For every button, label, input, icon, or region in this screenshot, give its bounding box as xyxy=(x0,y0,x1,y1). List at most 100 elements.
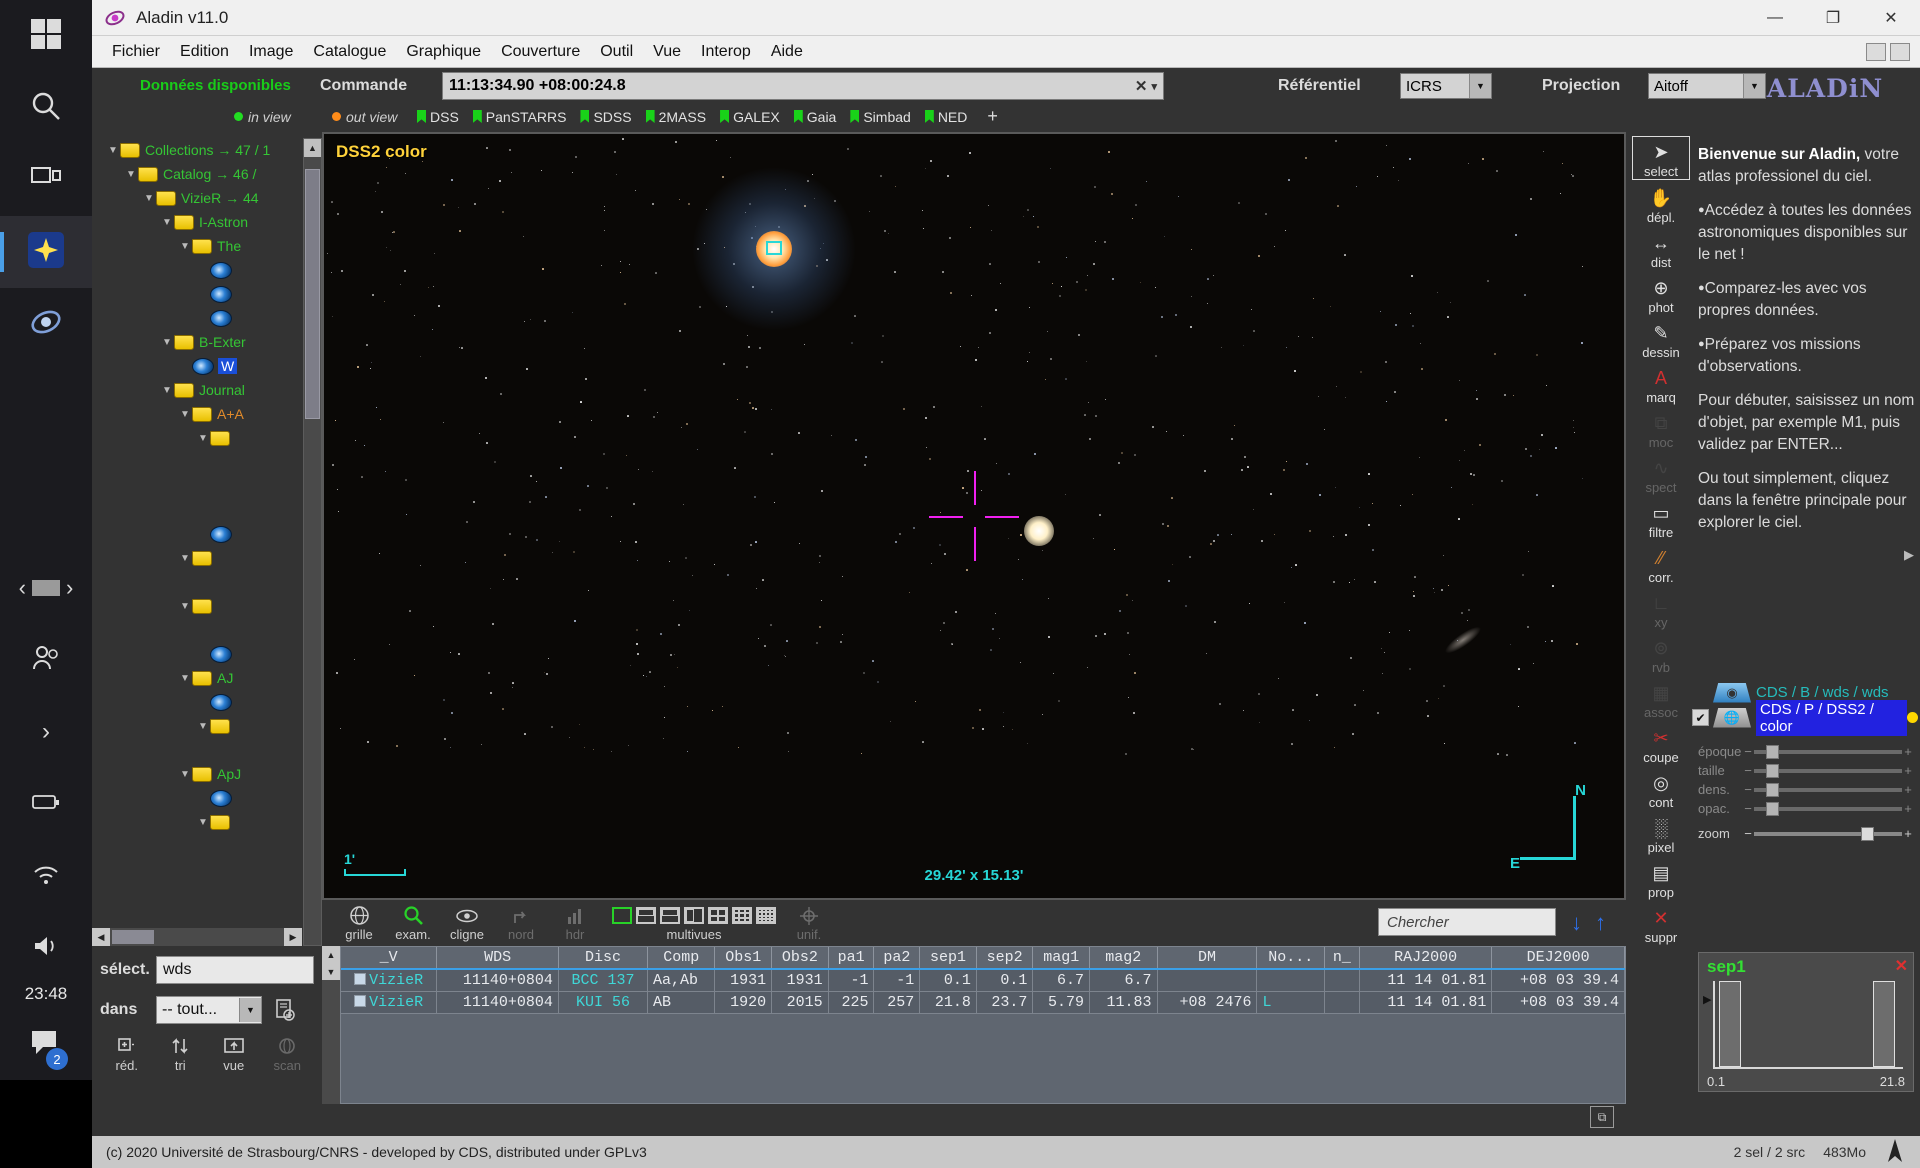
table-column-header[interactable]: Obs2 xyxy=(772,947,829,969)
button-tri[interactable]: tri xyxy=(154,1034,208,1073)
tree-node[interactable] xyxy=(92,306,302,330)
tree-node[interactable]: ▼AJ xyxy=(92,666,302,690)
row-checkbox[interactable] xyxy=(354,995,366,1007)
chevron-down-icon[interactable]: ▼ xyxy=(124,169,138,180)
table-column-header[interactable]: No... xyxy=(1257,947,1324,969)
clear-icon[interactable]: ✕ xyxy=(1131,77,1152,95)
tree-node[interactable]: ▼Journal xyxy=(92,378,302,402)
survey-galex[interactable]: GALEX xyxy=(720,109,780,125)
tree-node[interactable]: ▼ xyxy=(92,546,302,570)
sky-view[interactable]: DSS2 color 1' 29.42' x 15.13' N E xyxy=(322,132,1626,900)
right-tool-dpl[interactable]: ✋dépl. xyxy=(1632,181,1690,225)
plus-icon[interactable]: + xyxy=(1902,782,1914,797)
volume-icon-button[interactable] xyxy=(0,912,92,984)
export-icon[interactable] xyxy=(270,995,300,1025)
tree-node[interactable] xyxy=(92,498,302,522)
chevron-down-icon[interactable]: ▼ xyxy=(178,601,192,612)
slider-knob[interactable] xyxy=(1766,802,1779,816)
table-row[interactable]: VizieR11140+0804KUI 56AB1920201522525721… xyxy=(341,992,1625,1014)
app-aladin-button[interactable] xyxy=(0,288,92,360)
tree-node[interactable]: ▼ xyxy=(92,714,302,738)
scroll-thumb[interactable] xyxy=(305,169,320,419)
slider-track[interactable] xyxy=(1754,769,1902,773)
projection-select[interactable]: Aitoff ▼ xyxy=(1648,73,1766,99)
chevron-down-icon[interactable]: ▼ xyxy=(239,998,261,1022)
plus-icon[interactable]: + xyxy=(1902,744,1914,759)
menu-edition[interactable]: Edition xyxy=(170,36,239,68)
tree-node[interactable]: ▼ xyxy=(92,810,302,834)
minus-icon[interactable]: − xyxy=(1742,744,1754,759)
multiview-2v[interactable] xyxy=(660,907,680,924)
table-row[interactable]: VizieR11140+0804BCC 137Aa,Ab19311931-1-1… xyxy=(341,969,1625,992)
row-checkbox[interactable] xyxy=(354,973,366,985)
tree-node[interactable] xyxy=(92,618,302,642)
add-survey-button[interactable]: + xyxy=(987,106,998,127)
menu-outil[interactable]: Outil xyxy=(590,36,643,68)
tree-node[interactable]: ▼B-Exter xyxy=(92,330,302,354)
tool-grille[interactable]: grille xyxy=(332,905,386,942)
multiview-9[interactable] xyxy=(732,907,752,924)
scroll-right-icon[interactable]: ▶ xyxy=(284,928,302,946)
scroll-left-icon[interactable]: ◀ xyxy=(92,928,110,946)
scroll-track[interactable] xyxy=(110,928,284,946)
expand-table-button[interactable]: ⧉ xyxy=(1590,1106,1614,1128)
minimize-button[interactable]: — xyxy=(1746,0,1804,36)
chevron-down-icon[interactable]: ▼ xyxy=(142,193,156,204)
survey-panstarrs[interactable]: PanSTARRS xyxy=(473,109,567,125)
start-button[interactable] xyxy=(0,0,92,72)
tree-node[interactable]: W xyxy=(92,354,302,378)
tree-node[interactable] xyxy=(92,522,302,546)
table-column-header[interactable]: DEJ2000 xyxy=(1492,947,1625,969)
referentiel-select[interactable]: ICRS ▼ xyxy=(1400,73,1492,99)
command-input[interactable]: 11:13:34.90 +08:00:24.8 ✕ ▾ xyxy=(442,72,1164,100)
menu-couverture[interactable]: Couverture xyxy=(491,36,590,68)
scroll-up-button[interactable]: ↑ xyxy=(1595,910,1606,936)
tree-node[interactable]: ▼Catalog → 46 / xyxy=(92,162,302,186)
select-input[interactable]: wds xyxy=(156,956,314,984)
tree-node[interactable] xyxy=(92,450,302,474)
scroll-thumb[interactable] xyxy=(112,930,154,944)
table-column-header[interactable]: WDS xyxy=(437,947,559,969)
slider-knob[interactable] xyxy=(1861,827,1874,841)
scroll-up-icon[interactable]: ▲ xyxy=(304,139,321,157)
close-button[interactable]: ✕ xyxy=(1862,0,1920,36)
tree-node[interactable] xyxy=(92,474,302,498)
within-select[interactable]: -- tout... ▼ xyxy=(156,996,262,1024)
panel-toggle-1-button[interactable] xyxy=(1866,43,1886,61)
menu-graphique[interactable]: Graphique xyxy=(396,36,491,68)
menu-aide[interactable]: Aide xyxy=(761,36,813,68)
table-column-header[interactable]: Obs1 xyxy=(715,947,772,969)
chevron-down-icon[interactable]: ▼ xyxy=(1469,74,1491,98)
tree-node[interactable]: ▼I-Astron xyxy=(92,210,302,234)
plus-icon[interactable]: + xyxy=(1902,801,1914,816)
button-red[interactable]: réd. xyxy=(100,1034,154,1073)
multiview-1[interactable] xyxy=(612,907,632,924)
taskbar-clock[interactable]: 23:48 xyxy=(25,984,68,1010)
slider-opac[interactable]: opac.−+ xyxy=(1698,799,1914,818)
right-tool-xy[interactable]: ∟xy xyxy=(1632,586,1690,630)
chevron-down-icon[interactable]: ▼ xyxy=(106,145,120,156)
table-column-header[interactable]: pa2 xyxy=(874,947,920,969)
minus-icon[interactable]: − xyxy=(1742,826,1754,841)
right-tool-assoc[interactable]: ▦assoc xyxy=(1632,676,1690,720)
right-tool-dist[interactable]: ↔dist xyxy=(1632,226,1690,270)
plus-icon[interactable]: + xyxy=(1902,763,1914,778)
chevron-down-icon[interactable]: ▾ xyxy=(1151,80,1157,93)
plus-icon[interactable]: + xyxy=(1902,826,1914,841)
tree-node[interactable] xyxy=(92,738,302,762)
survey-dss[interactable]: DSS xyxy=(417,109,459,125)
app-star-button[interactable] xyxy=(0,216,92,288)
slider-zoom[interactable]: zoom−+ xyxy=(1698,824,1914,843)
tree-node[interactable]: ▼A+A xyxy=(92,402,302,426)
tree-node[interactable]: ▼VizieR → 44 xyxy=(92,186,302,210)
button-vue[interactable]: vue xyxy=(207,1034,261,1073)
expand-tray-button[interactable]: › xyxy=(0,696,92,768)
tool-cligne[interactable]: cligne xyxy=(440,905,494,942)
table-vertical-scrollbar[interactable]: ▲ ▼ xyxy=(322,946,340,1104)
tree-node[interactable]: ▼The xyxy=(92,234,302,258)
tree-node[interactable] xyxy=(92,570,302,594)
right-tool-moc[interactable]: ⧉moc xyxy=(1632,406,1690,450)
people-button[interactable] xyxy=(0,624,92,696)
scroll-up-icon[interactable]: ▲ xyxy=(322,946,340,963)
layer-checkbox[interactable] xyxy=(1692,684,1709,701)
